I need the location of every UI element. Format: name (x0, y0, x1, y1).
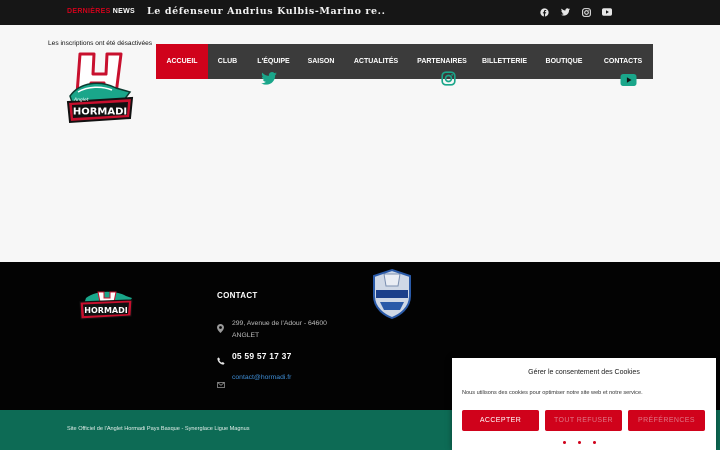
instagram-icon[interactable] (441, 71, 456, 91)
cookie-consent-banner: Gérer le consentement des Cookies Nous u… (452, 358, 716, 450)
hormadi-logo[interactable]: HORMADI Anglet (66, 52, 134, 124)
youtube-icon[interactable] (601, 6, 613, 18)
footer-address-line2: ANGLET (232, 332, 260, 339)
cookie-preferences-button[interactable]: PRÉFÉRENCES (628, 410, 705, 431)
main-nav: ACCUEIL CLUB L'ÉQUIPE SAISON ACTUALITÉS … (156, 44, 653, 79)
youtube-icon[interactable] (620, 73, 637, 91)
nav-item-saison[interactable]: SAISON (300, 44, 342, 79)
nav-item-actualites[interactable]: ACTUALITÉS (342, 44, 410, 79)
latest-news-label: DERNIÈRES NEWS (67, 8, 135, 15)
map-marker-icon (217, 320, 224, 338)
instagram-icon[interactable] (580, 6, 592, 18)
synerglace-ligue-magnus-badge[interactable] (370, 268, 414, 320)
logo-small-text: Anglet (73, 97, 89, 103)
registration-notice: Les inscriptions ont été désactivées (48, 40, 153, 47)
cookie-title: Gérer le consentement des Cookies (528, 369, 640, 376)
nav-item-boutique[interactable]: BOUTIQUE (535, 44, 593, 79)
cookie-description: Nous utilisons des cookies pour optimise… (462, 390, 643, 396)
footer-logo[interactable]: HORMADI (78, 290, 134, 322)
footer-phone[interactable]: 05 59 57 17 37 (232, 351, 292, 361)
cookie-deny-button[interactable]: TOUT REFUSER (545, 410, 622, 431)
cookie-accept-button[interactable]: ACCEPTER (462, 410, 539, 431)
copyright-text: Site Officiel de l'Anglet Hormadi Pays B… (67, 426, 250, 432)
twitter-icon[interactable] (261, 72, 277, 90)
envelope-icon (217, 375, 225, 393)
nav-item-billetterie[interactable]: BILLETTERIE (474, 44, 535, 79)
facebook-icon[interactable] (538, 6, 550, 18)
cookie-link-dot[interactable] (563, 441, 566, 444)
nav-item-accueil[interactable]: ACCUEIL (156, 44, 208, 79)
footer-address-line1: 299, Avenue de l'Adour - 64600 (232, 320, 327, 327)
nav-item-club[interactable]: CLUB (208, 44, 247, 79)
footer-logo-wordmark: HORMADI (84, 306, 127, 315)
twitter-icon[interactable] (559, 6, 571, 18)
cookie-link-dot[interactable] (578, 441, 581, 444)
footer-email-link[interactable]: contact@hormadi.fr (232, 374, 291, 381)
phone-icon (217, 352, 225, 370)
news-ticker-link[interactable]: Le défenseur Andrius Kulbis-Marino re.. (147, 6, 385, 17)
footer-contact-heading: CONTACT (217, 291, 258, 300)
logo-wordmark: HORMADI (73, 107, 127, 118)
cookie-link-dot[interactable] (593, 441, 596, 444)
